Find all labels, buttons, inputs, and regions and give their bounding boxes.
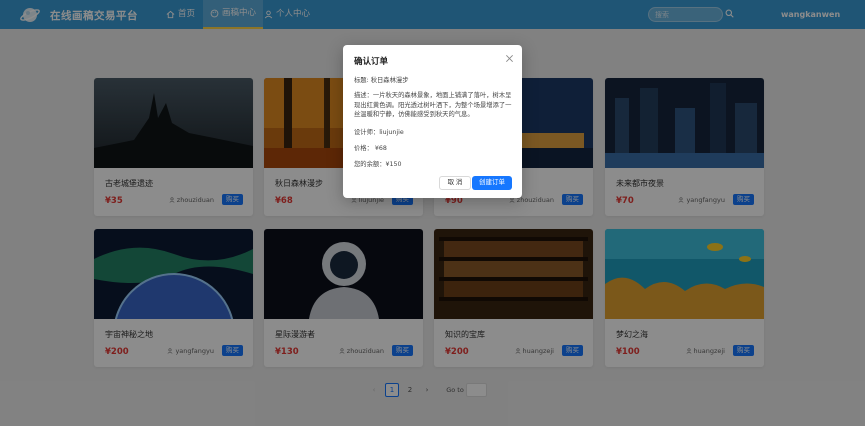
order-price-line: 价格： ¥68 [354,145,387,152]
close-icon[interactable] [505,54,514,63]
create-order-button[interactable]: 创建订单 [472,176,512,190]
order-description-line: 描述：一片秋天的森林景象，地面上铺满了落叶，树木呈现出红黄色调。阳光透过树叶洒下… [354,92,512,118]
dialog-title: 确认订单 [354,57,389,67]
order-title-line: 标题: 秋日森林漫步 [354,77,409,84]
confirm-order-dialog: 确认订单 标题: 秋日森林漫步 描述：一片秋天的森林景象，地面上铺满了落叶，树木… [343,45,522,198]
order-balance-line: 您的余额：¥150 [354,161,402,168]
cancel-button[interactable]: 取 消 [439,176,471,190]
order-designer-line: 设计师：liujunjie [354,129,404,136]
